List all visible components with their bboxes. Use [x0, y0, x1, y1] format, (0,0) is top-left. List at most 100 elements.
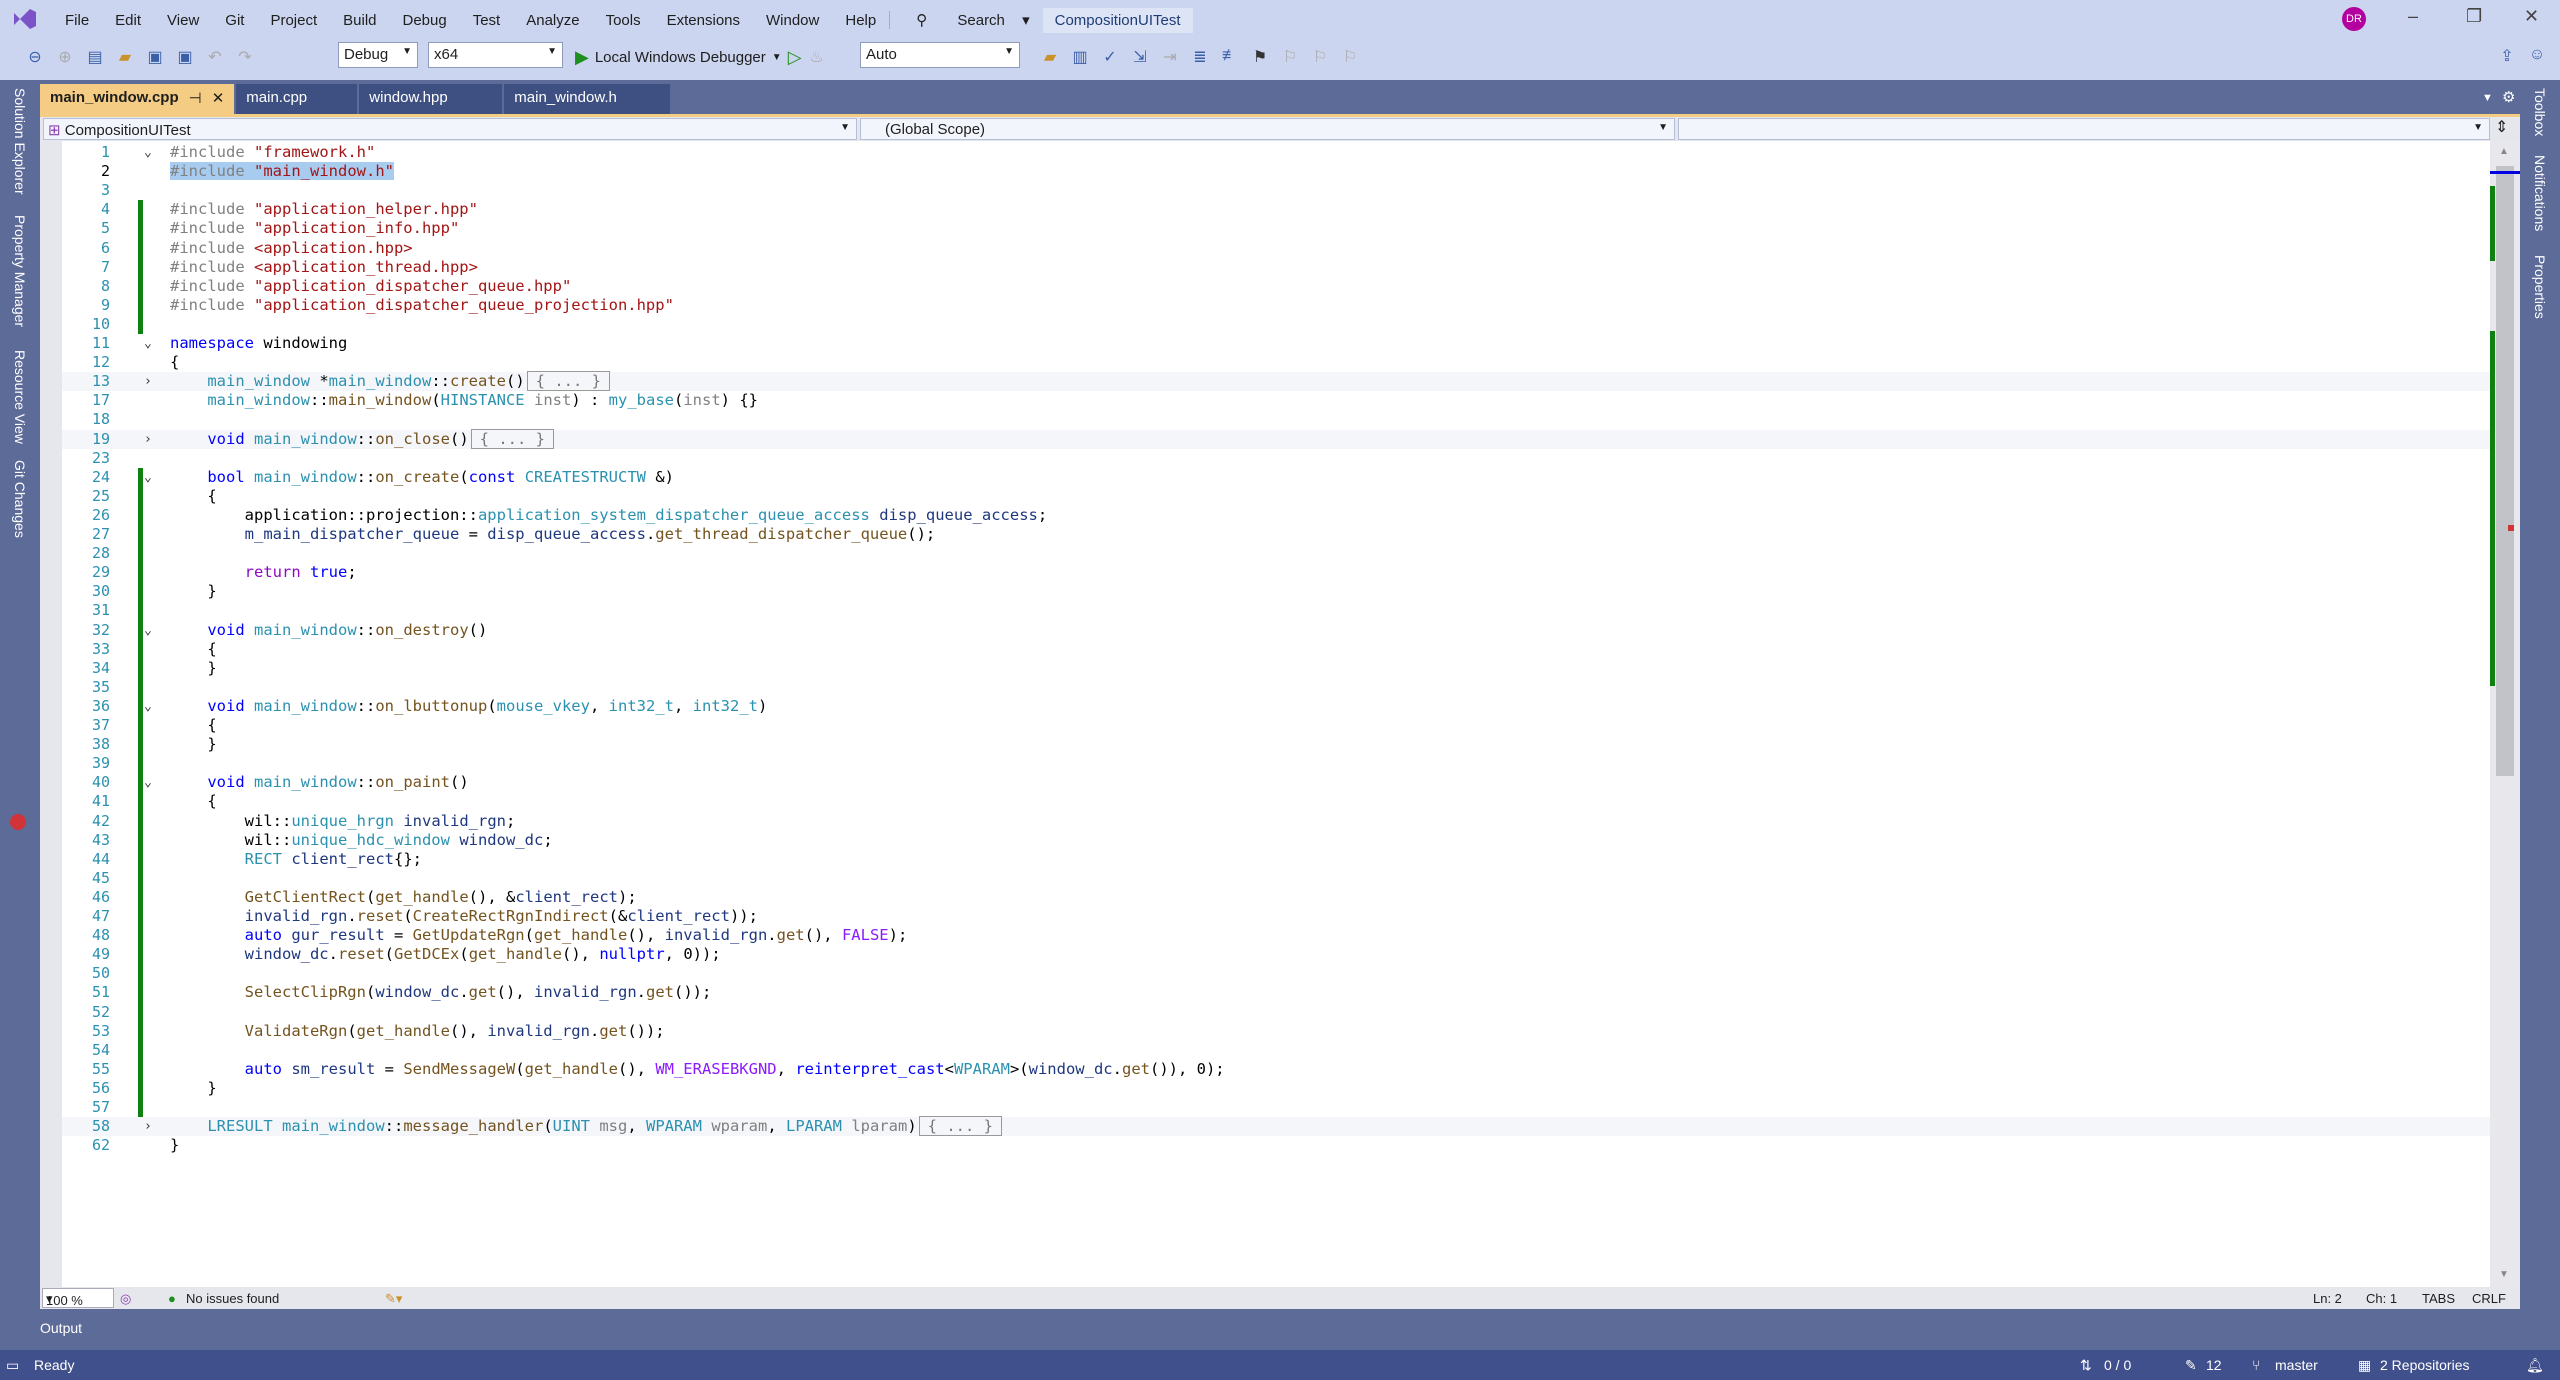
dock-tab-solution-explorer[interactable]: Solution Explorer — [12, 88, 28, 195]
next-bookmark-icon[interactable]: ⚐ — [1309, 47, 1331, 67]
menu-window[interactable]: Window — [753, 12, 832, 29]
split-editor-icon[interactable]: ⇕ — [2495, 117, 2508, 137]
scope-dropdown[interactable]: (Global Scope) ▼ — [860, 118, 1675, 140]
code-line[interactable]: 19 › void main_window::on_close(){ ... } — [40, 428, 2490, 449]
code-line[interactable]: 25 { — [40, 487, 2490, 506]
issues-status[interactable]: No issues found — [186, 1291, 279, 1306]
restore-icon[interactable]: ❐ — [2466, 6, 2482, 27]
hot-reload-icon[interactable]: ♨ — [806, 47, 828, 67]
vertical-scrollbar[interactable]: ▲ ▼ — [2490, 141, 2520, 1287]
configuration-select[interactable]: Debug ▼ — [338, 42, 418, 68]
search-button[interactable]: ⚲ Search ▾ — [889, 11, 1042, 29]
dock-tab-property-manager[interactable]: Property Manager — [12, 215, 28, 327]
feedback-icon[interactable]: ☺ — [2526, 46, 2548, 66]
code-line[interactable]: 44 RECT client_rect{}; — [40, 850, 2490, 869]
menu-build[interactable]: Build — [330, 12, 389, 29]
menu-project[interactable]: Project — [257, 12, 330, 29]
code-line[interactable]: 24 ⌄ bool main_window::on_create(const CR… — [40, 468, 2490, 487]
prev-bookmark-icon[interactable]: ⚐ — [1279, 47, 1301, 67]
menu-analyze[interactable]: Analyze — [513, 12, 592, 29]
code-line[interactable]: 42 wil::unique_hrgn invalid_rgn; — [10, 812, 2490, 831]
spell-check-icon[interactable]: ✓ — [1099, 47, 1121, 67]
pencil-icon[interactable]: ✎ — [2185, 1357, 2197, 1374]
code-line[interactable]: 29 return true; — [40, 563, 2490, 582]
live-share-icon[interactable]: ⇪ — [2496, 46, 2518, 66]
code-line[interactable]: 55 auto sm_result = SendMessageW(get_han… — [40, 1060, 2490, 1079]
code-line[interactable]: 43 wil::unique_hdc_window window_dc; — [40, 831, 2490, 850]
code-line[interactable]: 12 { — [40, 353, 2490, 372]
zoom-select[interactable]: 100 % ▾ — [42, 1288, 114, 1308]
indent-icon[interactable]: ⇥ — [1159, 47, 1181, 67]
code-line[interactable]: 46 GetClientRect(get_handle(), &client_r… — [40, 888, 2490, 907]
code-line[interactable]: 49 window_dc.reset(GetDCEx(get_handle(),… — [40, 945, 2490, 964]
tabs-indicator[interactable]: TABS — [2422, 1291, 2455, 1306]
code-line[interactable]: 28 — [40, 544, 2490, 563]
collapse-icon[interactable]: ⌄ — [144, 468, 152, 487]
copilot-icon[interactable]: ◎ — [120, 1291, 131, 1307]
collapse-icon[interactable]: ⌄ — [144, 697, 152, 716]
dock-tab-properties[interactable]: Properties — [2532, 255, 2548, 319]
new-project-icon[interactable]: ▤ — [84, 47, 106, 67]
menu-file[interactable]: File — [52, 12, 102, 29]
code-line[interactable]: 53 ValidateRgn(get_handle(), invalid_rgn… — [40, 1022, 2490, 1041]
code-line[interactable]: 7 #include <application_thread.hpp> — [40, 258, 2490, 277]
column-indicator[interactable]: Ch: 1 — [2366, 1291, 2397, 1306]
start-debugger-button[interactable]: ▶ Local Windows Debugger ▼ ▷ ♨ — [575, 42, 832, 72]
undo-icon[interactable]: ↶ — [204, 47, 226, 67]
member-dropdown[interactable]: ▼ — [1678, 118, 2490, 140]
tab-main-window-h[interactable]: main_window.h — [504, 84, 671, 114]
code-line[interactable]: 36 ⌄ void main_window::on_lbuttonup(mouse… — [40, 697, 2490, 716]
code-line[interactable]: 23 — [40, 449, 2490, 468]
code-line[interactable]: 26 application::projection::application_… — [40, 506, 2490, 525]
code-cleanup-icon[interactable]: ✎▾ — [385, 1291, 402, 1307]
code-line[interactable]: 5 #include "application_info.hpp" — [40, 219, 2490, 238]
bookmark-icon[interactable]: ⚑ — [1249, 47, 1271, 67]
code-line[interactable]: 45 — [40, 869, 2490, 888]
collapsed-region[interactable]: { ... } — [526, 371, 610, 392]
branch-icon[interactable]: ⑂ — [2252, 1357, 2260, 1373]
code-line[interactable]: 54 — [40, 1041, 2490, 1060]
pin-icon[interactable]: ⊣ — [189, 89, 202, 109]
forward-icon[interactable]: ⊕ — [54, 47, 76, 67]
code-line[interactable]: 13 › main_window *main_window::create(){ … — [40, 371, 2490, 392]
back-icon[interactable]: ⊖ — [24, 47, 46, 67]
sync-icon[interactable]: ⇅ — [2080, 1357, 2092, 1374]
start-without-debugging-icon[interactable]: ▷ — [788, 47, 802, 68]
tab-list-dropdown-icon[interactable]: ▼ — [2482, 92, 2493, 104]
dock-tab-git-changes[interactable]: Git Changes — [12, 460, 28, 538]
line-indicator[interactable]: Ln: 2 — [2313, 1291, 2342, 1306]
breakpoint-margin[interactable] — [40, 141, 62, 1287]
menu-git[interactable]: Git — [212, 12, 257, 29]
code-line[interactable]: 56 } — [40, 1079, 2490, 1098]
code-line[interactable]: 35 — [40, 678, 2490, 697]
dock-tab-toolbox[interactable]: Toolbox — [2532, 88, 2548, 136]
scroll-down-icon[interactable]: ▼ — [2499, 1269, 2509, 1280]
repositories[interactable]: 2 Repositories — [2380, 1357, 2470, 1373]
code-line[interactable]: 37 { — [40, 716, 2490, 735]
project-dropdown[interactable]: ⊞ CompositionUITest ▼ — [43, 118, 857, 140]
dock-tab-resource-view[interactable]: Resource View — [12, 350, 28, 444]
repository-icon[interactable]: ▦ — [2358, 1357, 2371, 1374]
close-icon[interactable]: ✕ — [2524, 6, 2539, 27]
notifications-bell-icon[interactable]: 🔔︎ — [2526, 1357, 2544, 1374]
uncomment-icon[interactable]: ≢ — [1219, 47, 1241, 67]
code-line[interactable]: 48 auto gur_result = GetUpdateRgn(get_ha… — [40, 926, 2490, 945]
git-branch[interactable]: master — [2275, 1357, 2318, 1373]
line-ending-indicator[interactable]: CRLF — [2472, 1291, 2506, 1306]
breakpoint-icon[interactable] — [10, 813, 26, 830]
comment-icon[interactable]: ≣ — [1189, 47, 1211, 67]
code-line[interactable]: 32 ⌄ void main_window::on_destroy() — [40, 621, 2490, 640]
tab-main-cpp[interactable]: main.cpp — [236, 84, 358, 114]
code-line[interactable]: 10 — [40, 315, 2490, 334]
code-line[interactable]: 58 › LRESULT main_window::message_handler… — [40, 1116, 2490, 1137]
window-layout-icon[interactable]: ▥ — [1069, 47, 1091, 67]
code-line[interactable]: 2 #include "main_window.h" — [40, 162, 2490, 181]
menu-edit[interactable]: Edit — [102, 12, 154, 29]
code-line[interactable]: 50 — [40, 964, 2490, 983]
code-line[interactable]: 27 m_main_dispatcher_queue = disp_queue_… — [40, 525, 2490, 544]
code-line[interactable]: 31 — [40, 601, 2490, 620]
expand-icon[interactable]: › — [144, 372, 152, 391]
solution-config-select[interactable]: Auto ▼ — [860, 42, 1020, 68]
code-line[interactable]: 39 — [40, 754, 2490, 773]
collapse-icon[interactable]: ⌄ — [144, 773, 152, 792]
